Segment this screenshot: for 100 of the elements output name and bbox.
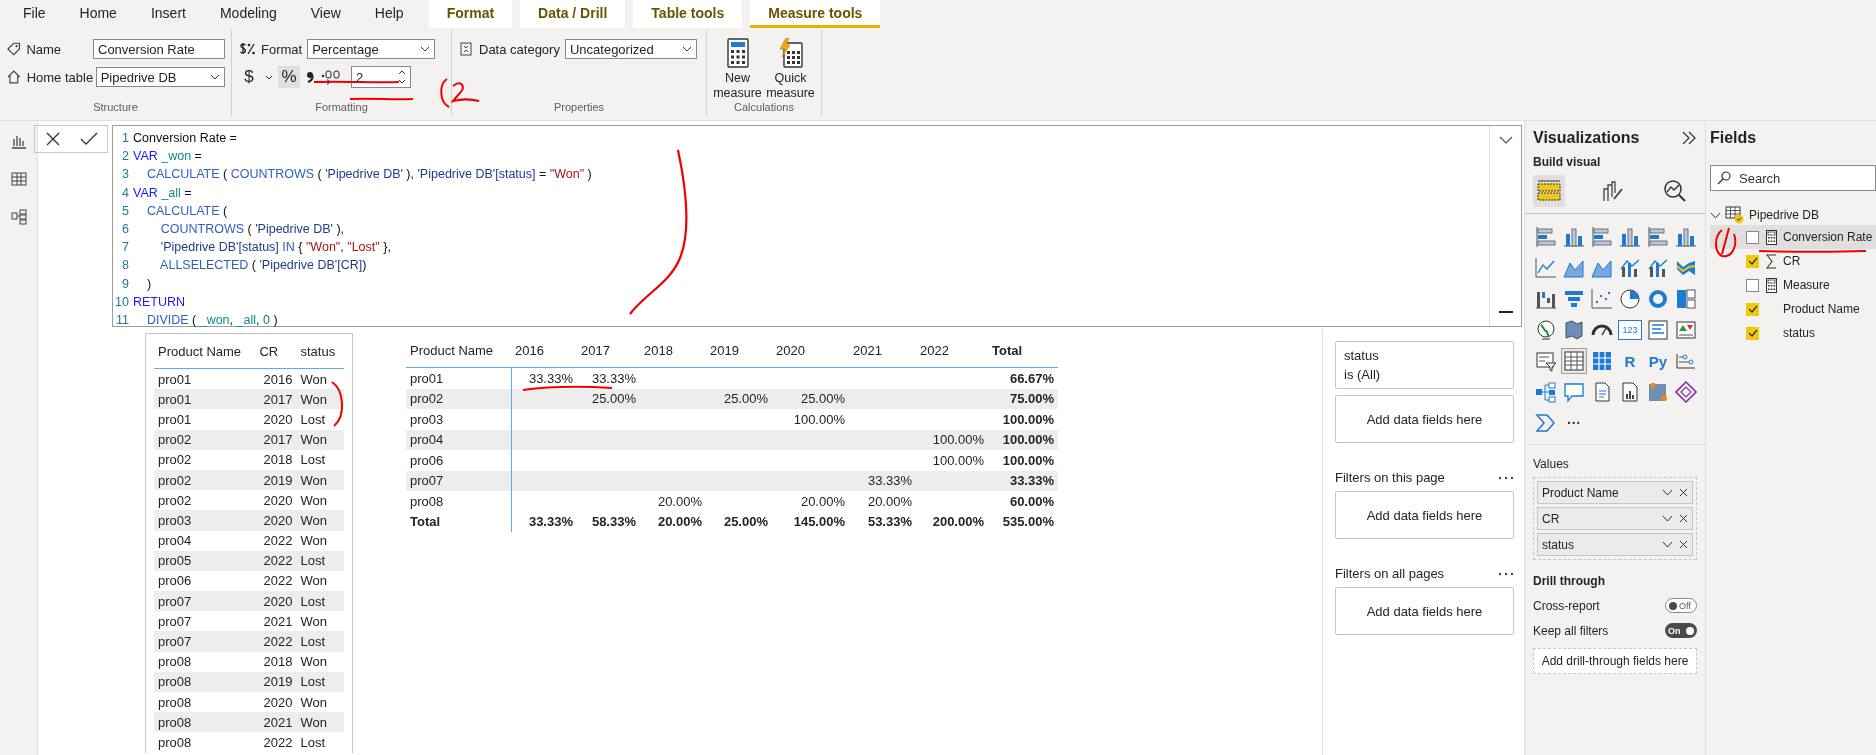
total-cell-text: 20.00% — [656, 513, 703, 532]
filter-card[interactable]: status is (All) — [1335, 341, 1514, 389]
table-cell: pro01 — [154, 368, 256, 390]
visual-type-button[interactable] — [1673, 379, 1699, 405]
checkbox[interactable] — [1746, 302, 1759, 316]
ribbon-tab[interactable]: Modeling — [202, 0, 294, 28]
annotation-mark — [349, 96, 415, 102]
measure-button[interactable]: New measure — [713, 38, 762, 101]
filter-field: status — [1344, 348, 1505, 363]
table-cell: 2020 — [255, 591, 297, 612]
table-cell: 2022 — [255, 631, 297, 652]
checkmark-icon[interactable] — [79, 131, 98, 147]
field-item[interactable]: CR — [1710, 249, 1876, 273]
matrix-cell: pro06 — [406, 450, 511, 471]
visual-type-button[interactable]: R — [1617, 348, 1643, 374]
bar-chart-icon[interactable] — [10, 133, 27, 149]
ribbon-tab[interactable]: View — [293, 0, 358, 28]
column-header[interactable]: 2017 — [577, 333, 640, 368]
column-header[interactable]: Product Name — [406, 333, 511, 368]
comma-style-icon[interactable] — [305, 69, 315, 85]
magnifier-chart-icon — [1663, 179, 1687, 203]
code-line: VAR _all = — [132, 185, 192, 200]
chevron-down-icon[interactable] — [1662, 515, 1673, 522]
field-item[interactable]: status — [1710, 321, 1876, 345]
home-table-dropdown[interactable]: Pipedrive DB — [95, 67, 225, 87]
ribbon-tab[interactable]: Format — [428, 0, 513, 28]
combo-chart-icon — [1619, 257, 1641, 279]
name-field[interactable]: Conversion Rate — [93, 39, 225, 59]
table-icon[interactable] — [10, 171, 27, 187]
table-cell: Won — [296, 490, 344, 511]
column-header[interactable]: 2016 — [511, 333, 577, 368]
table-cell: 2022 — [255, 550, 297, 571]
field-item[interactable]: Conversion Rate — [1710, 225, 1876, 249]
column-header[interactable]: status — [296, 334, 344, 369]
column-header[interactable]: CR — [255, 334, 297, 369]
chevron-down-icon[interactable] — [1662, 489, 1673, 496]
column-header[interactable]: Total — [988, 333, 1058, 368]
collapse-pane-icon[interactable] — [1681, 131, 1697, 145]
ribbon-tab[interactable]: File — [6, 0, 63, 28]
checkbox[interactable] — [1746, 254, 1759, 268]
checkbox[interactable] — [1746, 278, 1759, 292]
ribbon-tab[interactable]: Help — [357, 0, 421, 28]
table-cell: Lost — [296, 409, 344, 430]
more-options-icon[interactable] — [1498, 475, 1514, 480]
close-icon[interactable] — [1679, 514, 1688, 523]
drill-through-drop-zone[interactable]: Add drill-through fields here — [1533, 648, 1697, 674]
field-well[interactable]: CR — [1537, 507, 1693, 530]
field-well[interactable]: Product Name — [1537, 481, 1693, 504]
field-well[interactable]: status — [1537, 533, 1693, 556]
column-header[interactable]: 2019 — [706, 333, 772, 368]
calculator-lightning-icon — [777, 38, 804, 68]
percent-button[interactable]: % — [278, 66, 300, 88]
add-fields-drop-zone[interactable]: Add data fields here — [1335, 587, 1514, 635]
spin-arrows-icon[interactable] — [398, 69, 406, 85]
ribbon-tab[interactable]: Home — [62, 0, 134, 28]
matrix-cell: 100.00% — [988, 429, 1058, 450]
visual-type-button[interactable]: 123 — [1618, 320, 1642, 340]
close-icon[interactable] — [1679, 488, 1688, 497]
model-diagram-icon[interactable] — [10, 209, 27, 225]
checkbox[interactable] — [1746, 326, 1759, 340]
data-category-icon — [458, 41, 474, 57]
column-header[interactable]: 2020 — [772, 333, 849, 368]
table-cell: 2020 — [255, 692, 297, 713]
more-options-icon[interactable] — [1498, 571, 1514, 576]
decimal-places-icon[interactable] — [320, 68, 342, 86]
ribbon-tab[interactable]: Table tools — [633, 0, 743, 28]
chevron-down-icon[interactable] — [1498, 136, 1513, 144]
toggle-switch[interactable]: Off — [1665, 598, 1697, 613]
visual-type-button[interactable]: Py — [1645, 348, 1671, 374]
add-fields-drop-zone[interactable]: Add data fields here — [1335, 491, 1514, 539]
toggle-label: Cross-report — [1533, 598, 1600, 613]
close-icon[interactable] — [1679, 540, 1688, 549]
ribbon-tab[interactable]: Insert — [133, 0, 203, 28]
measure-button[interactable]: Quick measure — [766, 38, 815, 101]
currency-button[interactable]: $ — [238, 66, 260, 88]
column-header[interactable]: Product Name — [154, 334, 256, 369]
field-item[interactable]: Measure — [1710, 273, 1876, 297]
toggle-switch[interactable]: On — [1665, 623, 1697, 638]
table-name[interactable]: Pipedrive DB — [1749, 208, 1820, 222]
search-field[interactable]: Search — [1710, 165, 1876, 191]
ribbon-tab[interactable]: Data / Drill — [520, 0, 626, 28]
add-fields-drop-zone[interactable]: Add data fields here — [1335, 395, 1514, 443]
data-category-dropdown[interactable]: Uncategorized — [564, 39, 697, 59]
column-header[interactable]: 2018 — [640, 333, 706, 368]
table-cell: pro07 — [154, 611, 256, 632]
chevron-down-icon[interactable] — [1662, 541, 1673, 548]
list-card-icon — [1647, 319, 1669, 341]
table-visual[interactable] — [145, 333, 353, 753]
close-icon[interactable] — [44, 131, 61, 147]
visual-type-button[interactable] — [1617, 286, 1643, 312]
line-number: 10 — [114, 294, 129, 309]
field-item[interactable]: Product Name — [1710, 297, 1876, 321]
table-cell: pro06 — [154, 570, 256, 592]
visual-type-button[interactable]: ··· — [1561, 410, 1587, 436]
checkbox[interactable] — [1746, 230, 1759, 244]
column-header[interactable]: 2021 — [849, 333, 916, 368]
column-header[interactable]: 2022 — [916, 333, 988, 368]
format-dropdown[interactable]: Percentage — [307, 39, 436, 59]
ribbon-tab[interactable]: Measure tools — [750, 0, 881, 28]
line-number: 5 — [121, 203, 129, 218]
